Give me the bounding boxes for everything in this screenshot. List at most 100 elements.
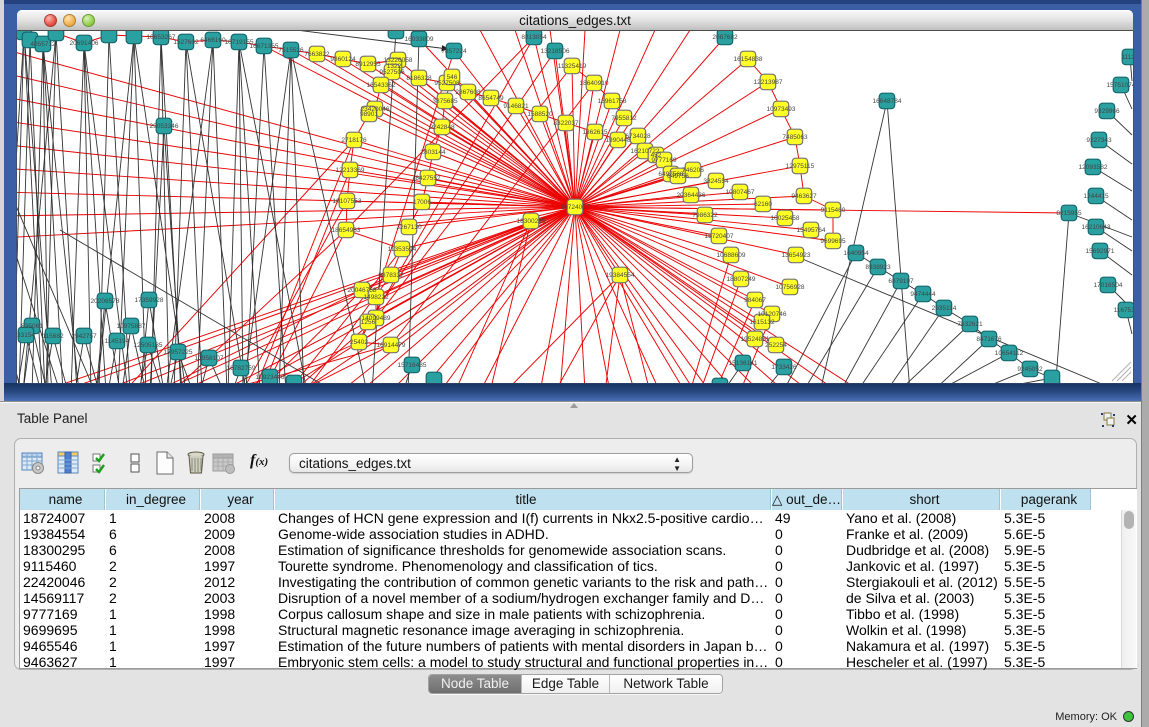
svg-text:8878332: 8878332 [378,272,404,279]
svg-text:98901: 98901 [360,111,378,118]
svg-text:16961758: 16961758 [598,98,627,105]
svg-text:18807249: 18807249 [727,276,756,283]
svg-text:15751074: 15751074 [1107,82,1133,89]
svg-text:10653267: 10653267 [147,34,176,41]
svg-text:11325419: 11325419 [558,63,587,70]
svg-text:9242848: 9242848 [429,124,455,131]
svg-text:6734028: 6734028 [625,133,651,140]
svg-text:10975887: 10975887 [117,323,146,330]
svg-text:15716485: 15716485 [398,362,427,369]
svg-text:16914479: 16914479 [377,342,406,349]
svg-text:10025458: 10025458 [771,215,800,222]
svg-text:17016504: 17016504 [1094,282,1123,289]
svg-text:16543362: 16543362 [367,82,396,89]
svg-text:2087682: 2087682 [712,34,738,41]
svg-text:62160: 62160 [754,201,772,208]
svg-text:9474444: 9474444 [910,291,936,298]
svg-text:12923446: 12923446 [256,374,285,381]
svg-text:25402: 25402 [350,339,368,346]
svg-text:8938923: 8938923 [865,264,891,271]
svg-text:15720407: 15720407 [705,233,734,240]
svg-text:8912955: 8912955 [355,61,381,68]
svg-text:9463627: 9463627 [791,193,817,200]
svg-text:7663822: 7663822 [304,51,330,58]
svg-text:11353594: 11353594 [388,246,417,253]
svg-text:9527508: 9527508 [434,80,460,87]
svg-text:2867608: 2867608 [455,89,481,96]
svg-text:1498222: 1498222 [363,294,389,301]
svg-text:16782759: 16782759 [227,365,256,372]
svg-text:17359928: 17359928 [135,297,164,304]
svg-text:17957225: 17957225 [164,349,193,356]
svg-text:252254: 252254 [765,342,787,349]
svg-text:12505135: 12505135 [134,342,163,349]
svg-text:2803144: 2803144 [420,149,446,156]
svg-text:3875685: 3875685 [432,98,458,105]
svg-text:9245052: 9245052 [1017,366,1043,373]
svg-text:115682: 115682 [42,333,64,340]
svg-text:17006: 17006 [413,199,431,206]
svg-text:6466160: 6466160 [200,37,226,44]
svg-text:3824554: 3824554 [703,178,729,185]
svg-text:7485063: 7485063 [782,134,808,141]
svg-text:1167533: 1167533 [1114,307,1133,314]
svg-text:16033809: 16033809 [405,36,434,43]
svg-text:7632621: 7632621 [957,321,983,328]
svg-text:20046758: 20046758 [348,287,377,294]
svg-text:10688609: 10688609 [717,252,746,259]
svg-text:16154838: 16154838 [734,56,763,63]
svg-text:33154: 33154 [17,332,35,339]
svg-text:746206: 746206 [682,167,704,174]
svg-text:1640954: 1640954 [843,250,869,257]
svg-text:1615132: 1615132 [749,319,775,326]
svg-text:10973493: 10973493 [767,106,796,113]
svg-text:8215955: 8215955 [1056,210,1082,217]
svg-text:2942757: 2942757 [71,333,97,340]
svg-text:1733426: 1733426 [771,364,797,371]
svg-text:7515526: 7515526 [278,47,304,54]
svg-text:12213369: 12213369 [336,167,365,174]
svg-text:16648784: 16648784 [873,98,902,105]
svg-text:11124: 11124 [1121,54,1133,61]
svg-text:9860124: 9860124 [330,56,356,63]
svg-text:10756928: 10756928 [776,284,805,291]
svg-text:7986322: 7986322 [692,212,718,219]
svg-text:16210643: 16210643 [1082,224,1111,231]
svg-text:984067: 984067 [744,297,766,304]
svg-text:18724007: 18724007 [561,204,590,211]
svg-text:6879197: 6879197 [888,278,914,285]
svg-text:2718176: 2718176 [341,137,367,144]
svg-text:8427552: 8427552 [415,175,441,182]
svg-text:12975115: 12975115 [786,163,815,170]
svg-text:9699695: 9699695 [820,238,846,245]
svg-text:10807467: 10807467 [726,189,755,196]
svg-text:9777169: 9777169 [651,157,677,164]
svg-text:8186328: 8186328 [406,75,432,82]
svg-text:18640910: 18640910 [580,80,609,87]
svg-text:20691406: 20691406 [70,40,99,47]
svg-text:12213987: 12213987 [754,79,783,86]
svg-text:19384554: 19384554 [606,272,635,279]
svg-text:9527506: 9527506 [379,69,405,76]
svg-text:20364436: 20364436 [677,192,706,199]
svg-text:18300215: 18300215 [517,218,546,225]
svg-text:2935114: 2935114 [932,305,957,312]
svg-text:1527602: 1527602 [173,39,199,46]
svg-text:15692971: 15692971 [1086,248,1115,255]
svg-text:18654983: 18654983 [332,227,361,234]
svg-text:15136141: 15136141 [729,360,758,367]
svg-text:9329966: 9329966 [1094,108,1120,115]
svg-text:9146821: 9146821 [503,103,529,110]
svg-text:7955812: 7955812 [611,115,637,122]
svg-text:1588520: 1588520 [527,111,553,118]
svg-text:1244415: 1244415 [1083,193,1109,200]
svg-text:8813054: 8813054 [521,34,547,41]
svg-text:835061: 835061 [21,323,43,330]
svg-text:8471676: 8471676 [976,336,1002,343]
svg-text:10654112: 10654112 [995,350,1024,357]
svg-text:20206578: 20206578 [91,298,120,305]
svg-text:1362615: 1362615 [582,129,608,136]
svg-text:546: 546 [447,74,458,81]
svg-text:10107553: 10107553 [333,198,362,205]
svg-text:8654749: 8654749 [478,95,504,102]
